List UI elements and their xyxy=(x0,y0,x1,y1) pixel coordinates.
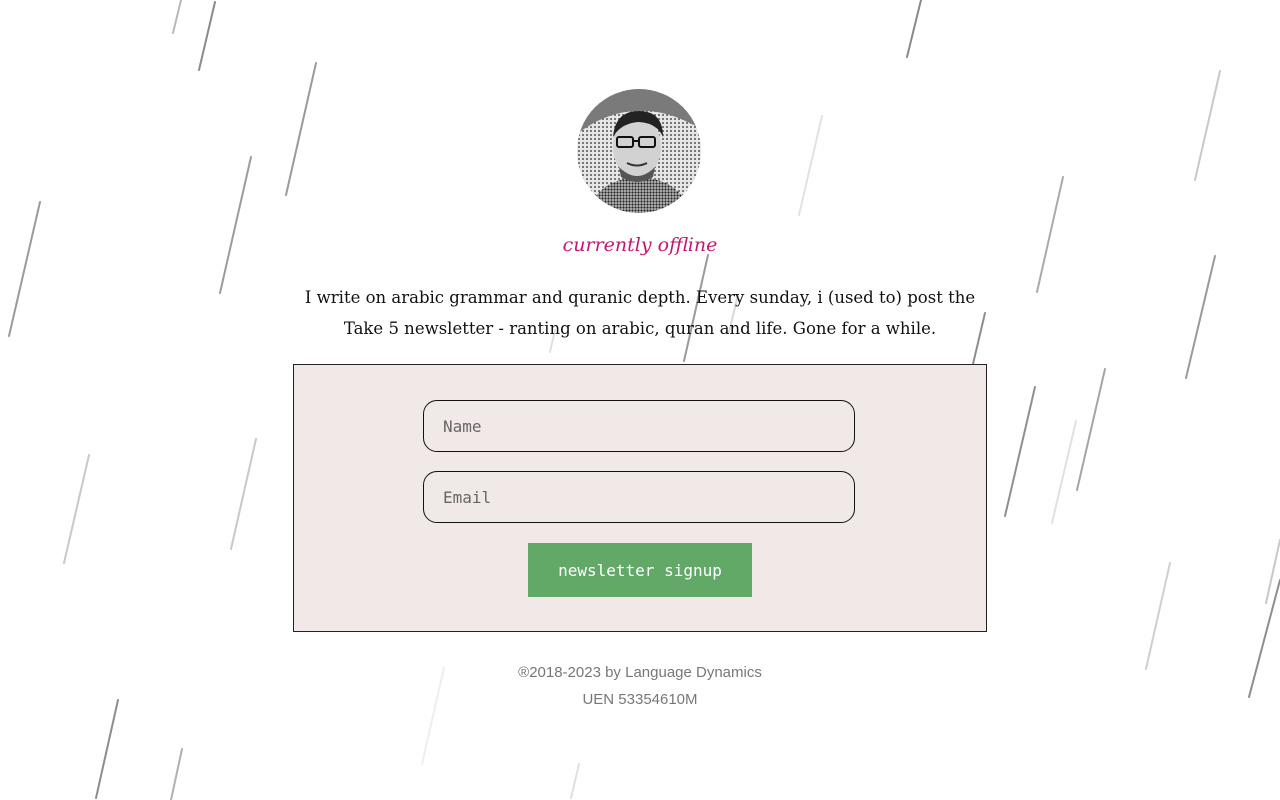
author-avatar xyxy=(577,89,701,213)
page: currently offline I write on arabic gram… xyxy=(0,0,1280,800)
copyright-text: ®2018-2023 by Language Dynamics xyxy=(518,664,762,681)
bio-text: I write on arabic grammar and quranic de… xyxy=(304,288,976,338)
email-input[interactable] xyxy=(423,471,855,523)
uen-text: UEN 53354610M xyxy=(582,691,698,708)
status-text: currently offline xyxy=(562,234,718,256)
newsletter-signup-button[interactable]: newsletter signup xyxy=(528,543,752,597)
newsletter-signup-form: newsletter signup xyxy=(293,364,987,632)
name-input[interactable] xyxy=(423,400,855,452)
portrait-image xyxy=(577,89,701,213)
footer: ®2018-2023 by Language Dynamics UEN 5335… xyxy=(440,659,840,713)
